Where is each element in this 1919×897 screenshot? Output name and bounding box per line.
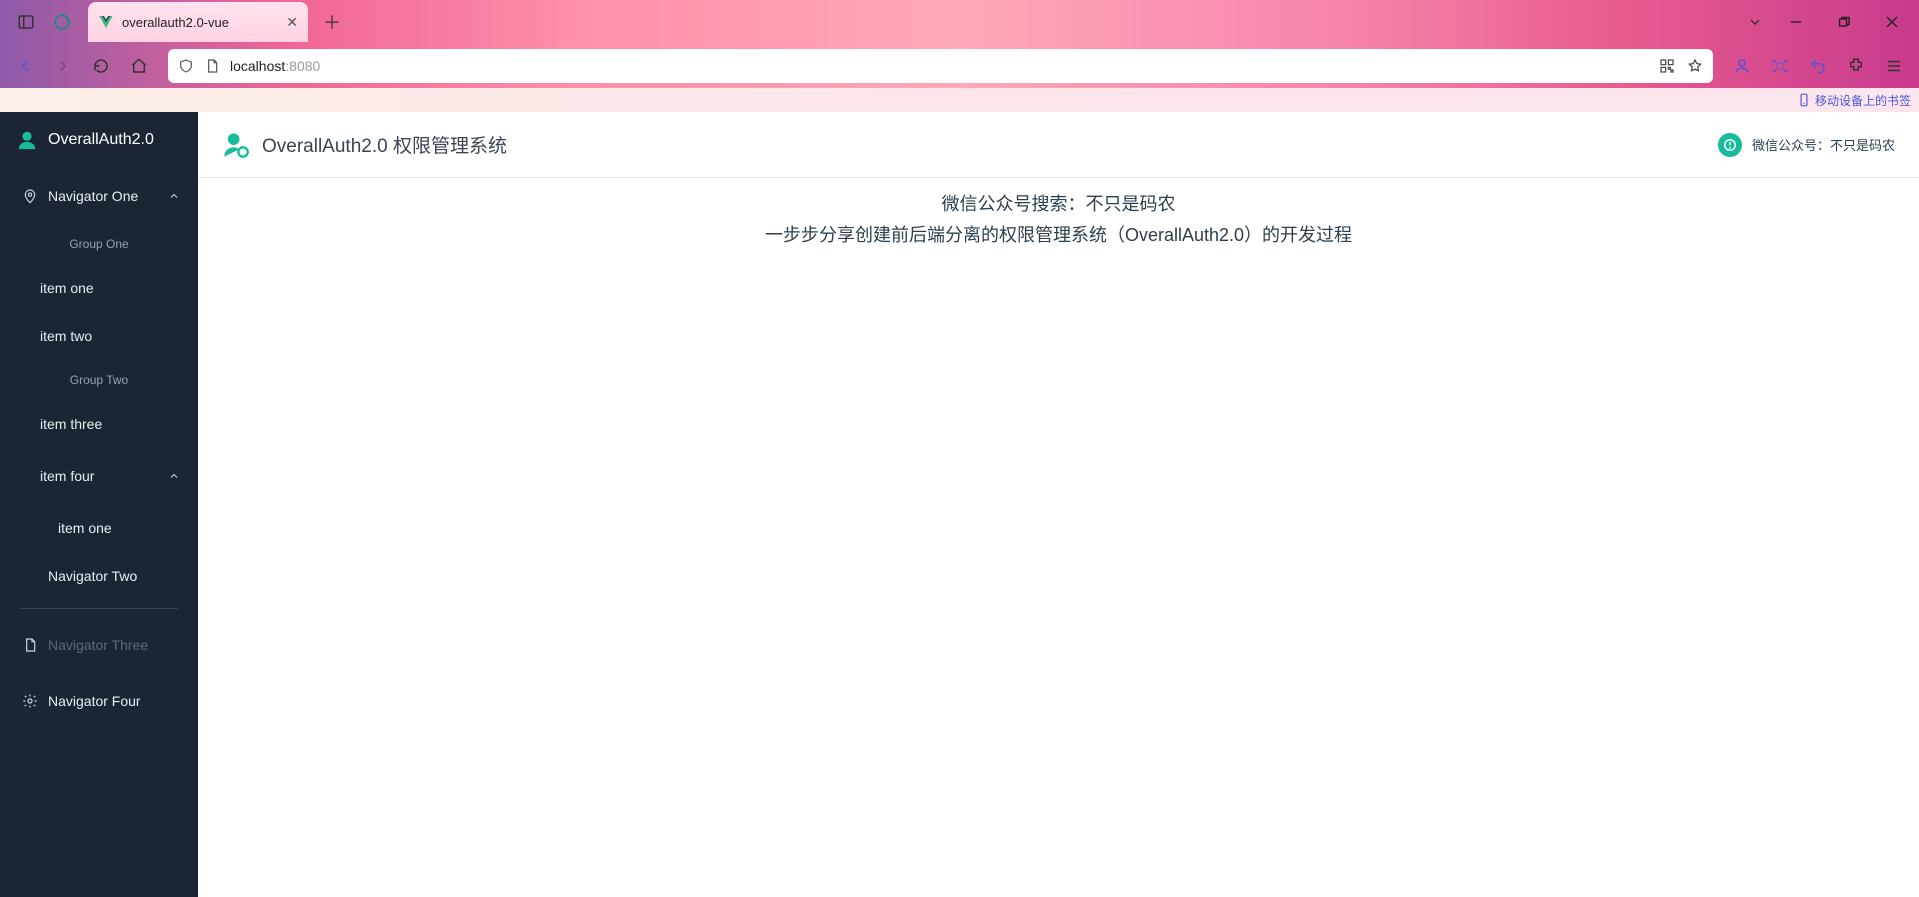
sidebar-brand[interactable]: OverallAuth2.0 [0, 112, 198, 168]
sidebar-item-one[interactable]: item one [0, 264, 198, 312]
page-title-wrap: OverallAuth2.0 权限管理系统 [222, 131, 507, 159]
sidebar-item-four-sub-one[interactable]: item one [0, 504, 198, 552]
item-four-label: item four [40, 468, 94, 484]
url-port: :8080 [285, 58, 320, 74]
app-menu-icon[interactable] [1877, 49, 1911, 83]
url-row: localhost:8080 [0, 44, 1919, 88]
mobile-bookmarks-button[interactable]: 移动设备上的书签 [1797, 92, 1911, 109]
nav-one[interactable]: Navigator One [0, 168, 198, 224]
nav-three-label: Navigator Three [48, 637, 148, 653]
tab-title: overallauth2.0-vue [122, 15, 278, 30]
forward-button[interactable] [46, 49, 80, 83]
firefox-view-icon[interactable] [44, 4, 80, 40]
window-controls [1773, 4, 1915, 40]
chevron-up-icon [168, 190, 180, 202]
tab-close-icon[interactable]: ✕ [286, 14, 298, 31]
new-tab-button[interactable]: ＋ [314, 4, 350, 40]
sidebar-item-four[interactable]: item four [0, 448, 198, 504]
screenshot-icon[interactable] [1763, 49, 1797, 83]
user-gear-icon [222, 131, 250, 159]
nav-one-label: Navigator One [48, 188, 138, 204]
home-button[interactable] [122, 49, 156, 83]
sidebar-toggle-icon[interactable] [8, 4, 44, 40]
header-right-text: 微信公众号：不只是码农 [1752, 135, 1895, 154]
browser-chrome: overallauth2.0-vue ✕ ＋ [0, 0, 1919, 112]
user-icon [16, 129, 38, 151]
tab-strip: overallauth2.0-vue ✕ ＋ [0, 0, 1919, 44]
page: OverallAuth2.0 Navigator One Group One i… [0, 112, 1919, 897]
insecure-site-icon[interactable] [204, 58, 220, 74]
vue-favicon-icon [98, 14, 114, 30]
group-two-title: Group Two [0, 360, 198, 400]
main: OverallAuth2.0 权限管理系统 微信公众号：不只是码农 微信公众号搜… [198, 112, 1919, 897]
sidebar-menu: Navigator One Group One item one item tw… [0, 168, 198, 897]
brand-text: OverallAuth2.0 [48, 131, 154, 149]
document-icon [22, 637, 38, 653]
sidebar: OverallAuth2.0 Navigator One Group One i… [0, 112, 198, 897]
nav-two[interactable]: Navigator Two [0, 552, 198, 600]
close-button[interactable] [1869, 4, 1915, 40]
reload-button[interactable] [84, 49, 118, 83]
maximize-button[interactable] [1821, 4, 1867, 40]
content: 微信公众号搜索：不只是码农 一步步分享创建前后端分离的权限管理系统（Overal… [198, 178, 1919, 897]
tabs-list-icon[interactable] [1737, 4, 1773, 40]
group-one-title: Group One [0, 224, 198, 264]
undo-close-tab-icon[interactable] [1801, 49, 1835, 83]
minimize-button[interactable] [1773, 4, 1819, 40]
page-header: OverallAuth2.0 权限管理系统 微信公众号：不只是码农 [198, 112, 1919, 178]
page-title: OverallAuth2.0 权限管理系统 [262, 131, 507, 158]
sidebar-item-two[interactable]: item two [0, 312, 198, 360]
nav-three: Navigator Three [0, 617, 198, 673]
extensions-icon[interactable] [1839, 49, 1873, 83]
nav-four[interactable]: Navigator Four [0, 673, 198, 729]
content-line-2: 一步步分享创建前后端分离的权限管理系统（OverallAuth2.0）的开发过程 [765, 221, 1352, 250]
url-host: localhost [230, 58, 285, 74]
sidebar-item-three[interactable]: item three [0, 400, 198, 448]
chevron-up-icon [168, 470, 180, 482]
address-bar[interactable]: localhost:8080 [168, 49, 1713, 83]
toolbar-end [1725, 49, 1911, 83]
account-icon[interactable] [1725, 49, 1759, 83]
shield-icon[interactable] [178, 58, 194, 74]
bookmark-star-icon[interactable] [1687, 58, 1703, 74]
back-button[interactable] [8, 49, 42, 83]
attention-icon [1718, 133, 1742, 157]
qr-icon[interactable] [1659, 58, 1675, 74]
gear-icon [22, 693, 38, 709]
bookmark-label: 移动设备上的书签 [1815, 92, 1911, 109]
header-right: 微信公众号：不只是码农 [1718, 133, 1895, 157]
browser-tab[interactable]: overallauth2.0-vue ✕ [88, 2, 308, 42]
content-line-1: 微信公众号搜索：不只是码农 [942, 190, 1176, 219]
url-text: localhost:8080 [230, 58, 1649, 74]
location-icon [22, 188, 38, 204]
menu-divider [20, 608, 178, 609]
nav-four-label: Navigator Four [48, 693, 141, 709]
bookmark-bar: 移动设备上的书签 [0, 88, 1919, 112]
